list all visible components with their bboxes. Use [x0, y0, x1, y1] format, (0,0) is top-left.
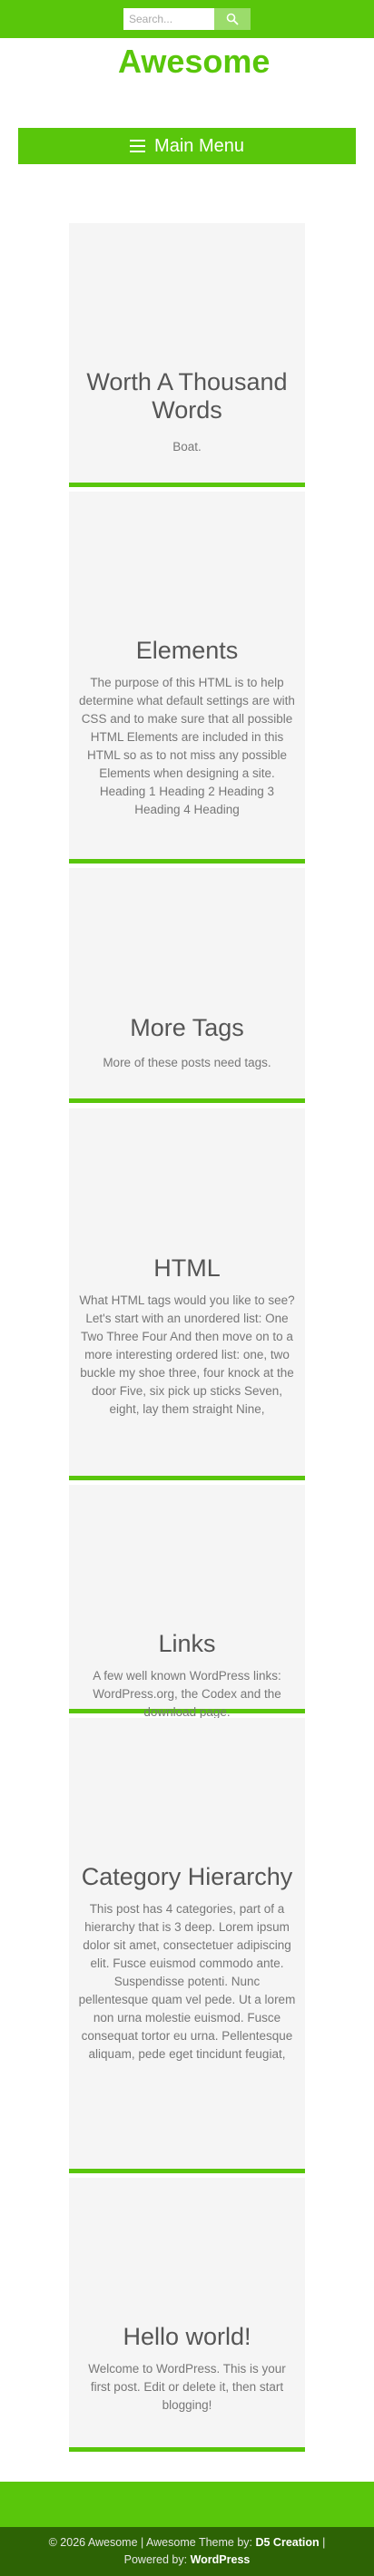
- post-excerpt: A few well known WordPress links: WordPr…: [93, 1669, 281, 1719]
- post-card[interactable]: Hello world! Welcome to WordPress. This …: [69, 2178, 305, 2452]
- top-bar: [0, 0, 374, 38]
- post-title[interactable]: More Tags: [78, 1014, 296, 1042]
- post-excerpt: Welcome to WordPress. This is your first…: [88, 2362, 286, 2412]
- copyright-text: © 2026 Awesome | Awesome Theme by:: [48, 2536, 252, 2549]
- main-menu-button[interactable]: Main Menu: [18, 128, 356, 164]
- footer-separator: |: [322, 2536, 326, 2549]
- post-title[interactable]: Elements: [78, 637, 296, 665]
- post-excerpt: This post has 4 categories, part of a hi…: [78, 1902, 296, 2061]
- platform-link[interactable]: WordPress: [191, 2553, 251, 2566]
- post-title[interactable]: Links: [78, 1630, 296, 1658]
- post-card[interactable]: HTML What HTML tags would you like to se…: [69, 1108, 305, 1480]
- post-title[interactable]: HTML: [78, 1254, 296, 1283]
- search-input[interactable]: [123, 8, 214, 30]
- main-menu-label: Main Menu: [154, 135, 244, 156]
- footer-credits-line: © 2026 Awesome | Awesome Theme by: D5 Cr…: [0, 2534, 374, 2552]
- search-form: [123, 8, 251, 30]
- powered-by-text: Powered by:: [123, 2553, 188, 2566]
- post-card[interactable]: Links A few well known WordPress links: …: [69, 1485, 305, 1719]
- post-excerpt: What HTML tags would you like to see? Le…: [79, 1293, 295, 1416]
- post-card[interactable]: Elements The purpose of this HTML is to …: [69, 492, 305, 864]
- footer-widget-area: [0, 2482, 374, 2527]
- search-button[interactable]: [214, 8, 251, 30]
- hamburger-icon: [130, 140, 146, 152]
- theme-author-link[interactable]: D5 Creation: [255, 2536, 319, 2549]
- search-icon: [226, 13, 239, 25]
- post-title[interactable]: Hello world!: [78, 2323, 296, 2351]
- post-excerpt: Boat.: [172, 440, 202, 454]
- post-card[interactable]: Worth A Thousand Words Boat.: [69, 223, 305, 487]
- post-card[interactable]: More Tags More of these posts need tags.: [69, 868, 305, 1103]
- post-title[interactable]: Worth A Thousand Words: [78, 368, 296, 424]
- post-excerpt: The purpose of this HTML is to help dete…: [79, 676, 295, 816]
- post-title[interactable]: Category Hierarchy: [78, 1863, 296, 1891]
- post-excerpt: More of these posts need tags.: [103, 1056, 271, 1069]
- site-footer: © 2026 Awesome | Awesome Theme by: D5 Cr…: [0, 2527, 374, 2576]
- site-logo[interactable]: Awesome: [118, 42, 270, 82]
- post-card[interactable]: Category Hierarchy This post has 4 categ…: [69, 1718, 305, 2173]
- footer-powered-line: Powered by: WordPress: [0, 2552, 374, 2569]
